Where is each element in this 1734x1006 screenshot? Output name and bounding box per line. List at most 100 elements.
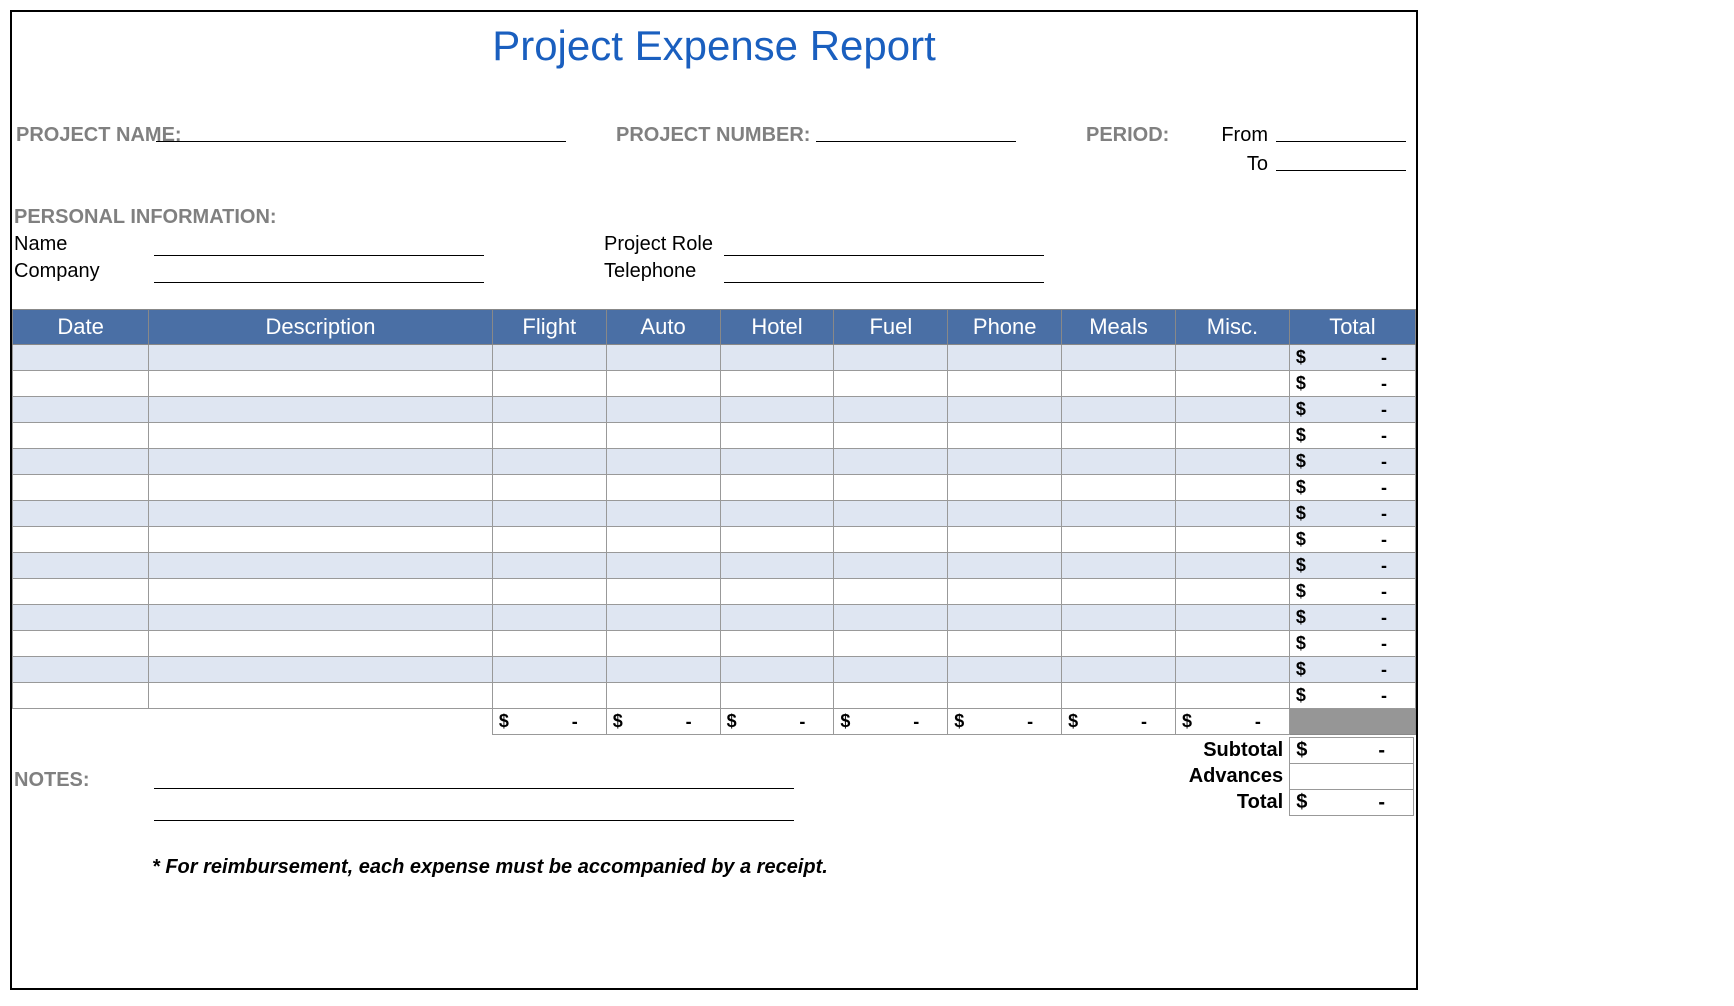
expense-cell[interactable] (492, 501, 606, 527)
company-input[interactable] (154, 261, 484, 283)
expense-cell[interactable] (13, 579, 149, 605)
expense-cell[interactable] (720, 579, 834, 605)
expense-cell[interactable] (149, 553, 493, 579)
expense-cell[interactable] (606, 631, 720, 657)
expense-cell[interactable] (1062, 631, 1176, 657)
expense-cell[interactable] (606, 553, 720, 579)
expense-cell[interactable] (948, 553, 1062, 579)
expense-cell[interactable] (834, 553, 948, 579)
expense-cell[interactable] (492, 579, 606, 605)
expense-cell[interactable] (834, 449, 948, 475)
expense-cell[interactable] (606, 397, 720, 423)
expense-cell[interactable] (1176, 501, 1290, 527)
expense-cell[interactable] (1176, 397, 1290, 423)
expense-cell[interactable] (13, 475, 149, 501)
expense-cell[interactable] (1062, 605, 1176, 631)
expense-cell[interactable] (1176, 475, 1290, 501)
expense-cell[interactable] (149, 631, 493, 657)
expense-cell[interactable] (720, 475, 834, 501)
expense-cell[interactable] (834, 579, 948, 605)
expense-cell[interactable] (834, 423, 948, 449)
expense-cell[interactable] (948, 501, 1062, 527)
expense-cell[interactable] (13, 397, 149, 423)
expense-cell[interactable] (834, 631, 948, 657)
period-from-input[interactable] (1276, 120, 1406, 142)
advances-value[interactable] (1290, 764, 1414, 790)
expense-cell[interactable] (720, 371, 834, 397)
expense-cell[interactable] (149, 579, 493, 605)
expense-cell[interactable] (13, 423, 149, 449)
project-role-input[interactable] (724, 234, 1044, 256)
project-name-input[interactable] (156, 120, 566, 142)
expense-cell[interactable] (948, 579, 1062, 605)
expense-cell[interactable] (606, 345, 720, 371)
expense-cell[interactable] (492, 371, 606, 397)
expense-cell[interactable] (1062, 475, 1176, 501)
expense-cell[interactable] (13, 345, 149, 371)
expense-cell[interactable] (492, 423, 606, 449)
expense-cell[interactable] (149, 475, 493, 501)
expense-cell[interactable] (149, 371, 493, 397)
expense-cell[interactable] (948, 527, 1062, 553)
expense-cell[interactable] (13, 631, 149, 657)
expense-cell[interactable] (1176, 631, 1290, 657)
expense-cell[interactable] (606, 371, 720, 397)
expense-cell[interactable] (948, 631, 1062, 657)
expense-cell[interactable] (492, 657, 606, 683)
expense-cell[interactable] (606, 657, 720, 683)
name-input[interactable] (154, 234, 484, 256)
expense-cell[interactable] (606, 527, 720, 553)
expense-cell[interactable] (948, 423, 1062, 449)
expense-cell[interactable] (149, 501, 493, 527)
expense-cell[interactable] (492, 631, 606, 657)
expense-cell[interactable] (149, 527, 493, 553)
expense-cell[interactable] (606, 475, 720, 501)
period-to-input[interactable] (1276, 149, 1406, 171)
expense-cell[interactable] (492, 397, 606, 423)
expense-cell[interactable] (13, 527, 149, 553)
expense-cell[interactable] (149, 345, 493, 371)
expense-cell[interactable] (948, 475, 1062, 501)
expense-cell[interactable] (1062, 683, 1176, 709)
expense-cell[interactable] (948, 657, 1062, 683)
expense-cell[interactable] (1176, 683, 1290, 709)
expense-cell[interactable] (1062, 501, 1176, 527)
expense-cell[interactable] (1176, 345, 1290, 371)
expense-cell[interactable] (1176, 579, 1290, 605)
expense-cell[interactable] (13, 605, 149, 631)
expense-cell[interactable] (948, 371, 1062, 397)
expense-cell[interactable] (1062, 553, 1176, 579)
telephone-input[interactable] (724, 261, 1044, 283)
expense-cell[interactable] (1176, 449, 1290, 475)
expense-cell[interactable] (720, 631, 834, 657)
expense-cell[interactable] (149, 423, 493, 449)
expense-cell[interactable] (606, 683, 720, 709)
expense-cell[interactable] (834, 527, 948, 553)
expense-cell[interactable] (1176, 553, 1290, 579)
expense-cell[interactable] (834, 371, 948, 397)
expense-cell[interactable] (834, 501, 948, 527)
expense-cell[interactable] (13, 683, 149, 709)
expense-cell[interactable] (834, 475, 948, 501)
expense-cell[interactable] (720, 423, 834, 449)
expense-cell[interactable] (948, 449, 1062, 475)
expense-cell[interactable] (948, 605, 1062, 631)
expense-cell[interactable] (492, 345, 606, 371)
expense-cell[interactable] (606, 423, 720, 449)
expense-cell[interactable] (948, 397, 1062, 423)
expense-cell[interactable] (1176, 371, 1290, 397)
expense-cell[interactable] (834, 657, 948, 683)
expense-cell[interactable] (720, 345, 834, 371)
expense-cell[interactable] (1176, 605, 1290, 631)
expense-cell[interactable] (834, 605, 948, 631)
expense-cell[interactable] (13, 371, 149, 397)
expense-cell[interactable] (149, 605, 493, 631)
expense-cell[interactable] (13, 657, 149, 683)
expense-cell[interactable] (720, 683, 834, 709)
expense-cell[interactable] (1062, 423, 1176, 449)
expense-cell[interactable] (720, 657, 834, 683)
notes-line-2[interactable] (154, 799, 794, 821)
expense-cell[interactable] (1062, 371, 1176, 397)
expense-cell[interactable] (1062, 449, 1176, 475)
expense-cell[interactable] (720, 501, 834, 527)
